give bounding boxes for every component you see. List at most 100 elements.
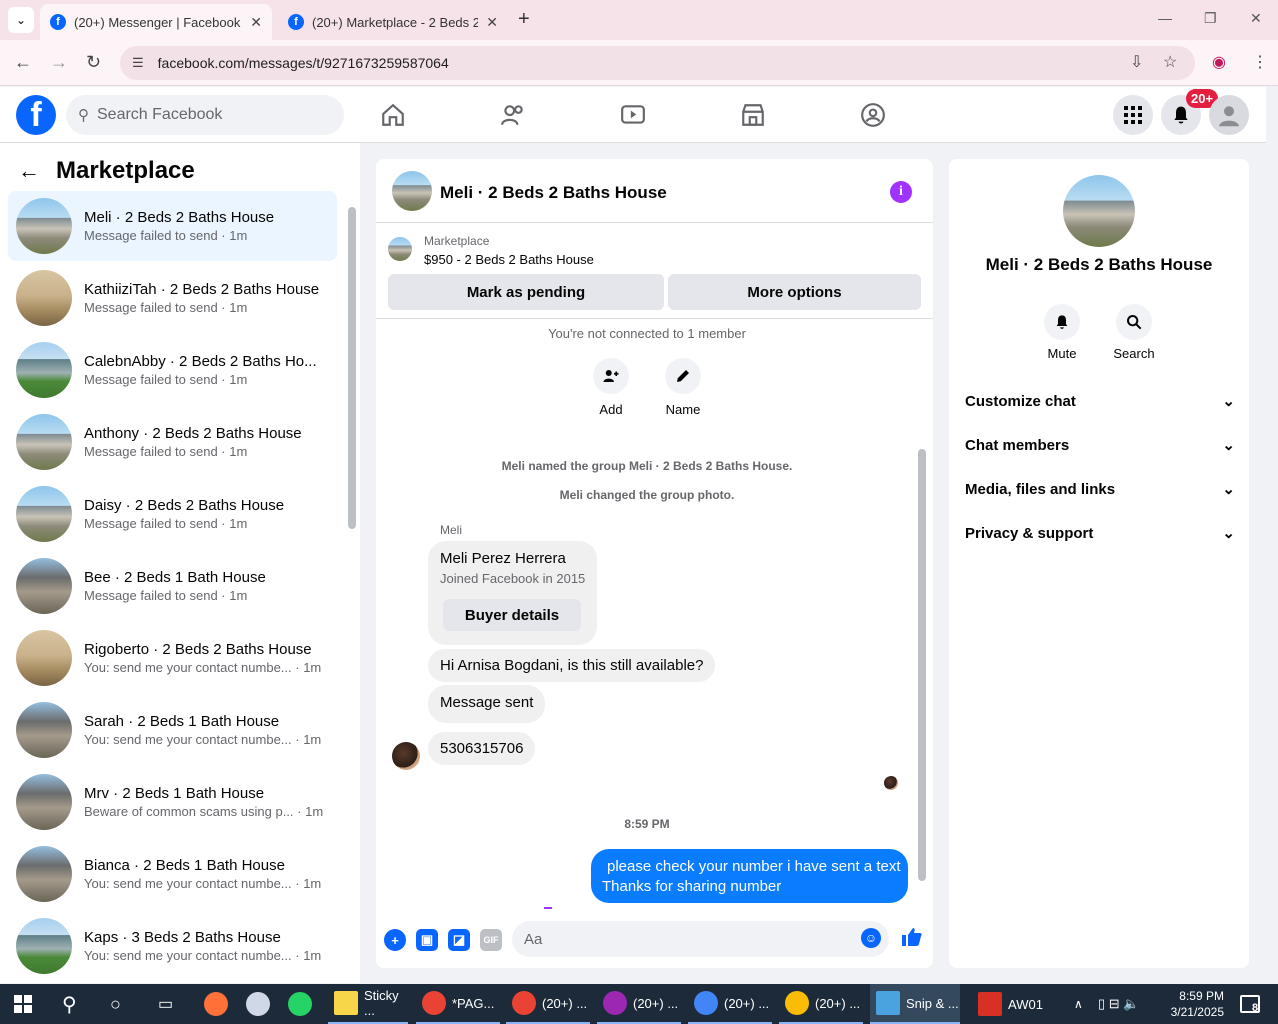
conversation-item[interactable]: Bee · 2 Beds 1 Bath House Message failed … xyxy=(8,551,337,621)
whatsapp-icon[interactable] xyxy=(282,984,318,1024)
plus-icon[interactable]: + xyxy=(384,929,406,951)
buyer-details-button[interactable]: Buyer details xyxy=(443,599,581,631)
bookmark-star-icon[interactable]: ☆ xyxy=(1163,52,1177,72)
conversation-item[interactable]: Kaps · 3 Beds 2 Baths House You: send me … xyxy=(8,911,337,981)
facebook-search-input[interactable]: ⚲ Search Facebook xyxy=(66,95,344,135)
tray-icons[interactable]: ▯ ⊟ 🔈 xyxy=(1092,984,1139,1024)
add-member-button[interactable]: Add xyxy=(581,358,641,417)
conversation-item[interactable]: Anthony · 2 Beds 2 Baths House Message fa… xyxy=(8,407,337,477)
conversation-item[interactable]: Bianca · 2 Beds 1 Bath House You: send me… xyxy=(8,839,337,909)
listing-price[interactable]: $950 - 2 Beds 2 Baths House xyxy=(424,252,594,267)
more-options-button[interactable]: More options xyxy=(668,274,921,310)
system-tray-chevron-icon[interactable]: ∧ xyxy=(1068,984,1083,1024)
info-icon[interactable]: i xyxy=(890,181,912,203)
gallery-icon[interactable]: ▣ xyxy=(416,929,438,951)
clock-time: 8:59 PM xyxy=(1179,989,1224,1003)
message-composer: + ▣ ◪ GIF Aa ☺ xyxy=(376,919,933,963)
listing-thumbnail[interactable] xyxy=(388,237,412,261)
url-bar[interactable]: ☰ facebook.com/messages/t/92716732595870… xyxy=(120,46,1195,80)
message-input[interactable]: Aa ☺ xyxy=(512,921,889,957)
back-arrow-icon[interactable]: ← xyxy=(18,158,40,184)
mark-as-pending-button[interactable]: Mark as pending xyxy=(388,274,664,310)
back-arrow-icon[interactable]: ← xyxy=(14,52,32,73)
friends-icon[interactable] xyxy=(498,101,528,129)
thumbs-up-icon[interactable] xyxy=(900,925,924,954)
conversation-item[interactable]: KathiiziTah · 2 Beds 2 Baths House Messag… xyxy=(8,263,337,333)
emoji-icon[interactable]: ☺ xyxy=(861,928,881,948)
close-window-button[interactable]: ✕ xyxy=(1250,10,1262,27)
taskbar-item[interactable]: AW01 xyxy=(972,984,1052,1024)
chat-members-row[interactable]: Chat members ⌄ xyxy=(965,436,1235,455)
conversation-item[interactable]: Rigoberto · 2 Beds 2 Baths House You: sen… xyxy=(8,623,337,693)
privacy-support-row[interactable]: Privacy & support ⌄ xyxy=(965,524,1235,543)
conversation-name: Kaps · 3 Beds 2 Baths House xyxy=(84,929,281,946)
taskbar-item[interactable]: (20+) ... xyxy=(688,984,772,1024)
forward-arrow-icon[interactable]: → xyxy=(50,52,68,73)
conversation-name: Mrv · 2 Beds 1 Bath House xyxy=(84,785,265,802)
listing-banner: Marketplace $950 - 2 Beds 2 Baths House … xyxy=(376,223,933,319)
tab-marketplace[interactable]: f (20+) Marketplace - 2 Beds 2 B ✕ xyxy=(278,4,508,40)
conversation-item[interactable]: Mrv · 2 Beds 1 Bath House Beware of commo… xyxy=(8,767,337,837)
chat-info-avatar[interactable] xyxy=(1063,175,1135,247)
conversation-item[interactable]: Sarah · 2 Beds 1 Bath House You: send me … xyxy=(8,695,337,765)
notification-center-icon[interactable]: 8 xyxy=(1234,984,1260,1024)
chat-title[interactable]: Meli · 2 Beds 2 Baths House xyxy=(440,183,667,203)
menu-grid-icon[interactable] xyxy=(1113,95,1153,135)
listing-avatar xyxy=(16,198,72,254)
marketplace-icon[interactable] xyxy=(738,101,768,129)
taskbar-item[interactable]: (20+) ... xyxy=(506,984,590,1024)
home-icon[interactable] xyxy=(378,101,408,129)
customize-chat-row[interactable]: Customize chat ⌄ xyxy=(965,392,1235,411)
close-tab-icon[interactable]: ✕ xyxy=(486,14,498,31)
gif-icon[interactable]: GIF xyxy=(480,929,502,951)
profile-icon[interactable]: ◉ xyxy=(1212,52,1226,72)
taskbar-item-label: AW01 xyxy=(1008,996,1043,1012)
conversation-item[interactable]: Meli · 2 Beds 2 Baths House Message faile… xyxy=(8,191,337,261)
conversation-item[interactable]: CalebnAbby · 2 Beds 2 Baths Ho... Message… xyxy=(8,335,337,405)
sender-avatar[interactable] xyxy=(392,742,420,770)
restore-button[interactable]: ❐ xyxy=(1204,10,1217,27)
sent-message-line: please check your number i have sent a t… xyxy=(607,858,901,875)
windows-start-icon[interactable] xyxy=(14,995,32,1013)
tab-search-button[interactable]: ⌄ xyxy=(8,7,34,33)
taskbar-item[interactable]: (20+) ... xyxy=(597,984,681,1024)
taskbar-item[interactable]: Snip & ... xyxy=(870,984,960,1024)
facebook-logo-icon[interactable]: f xyxy=(16,95,56,135)
chevron-down-icon: ⌄ xyxy=(1222,393,1235,410)
tab-messenger[interactable]: f (20+) Messenger | Facebook ✕ xyxy=(40,4,272,40)
taskbar-item[interactable]: Sticky ... xyxy=(328,984,408,1024)
name-group-button[interactable]: Name xyxy=(653,358,713,417)
clock[interactable]: 8:59 PM 3/21/2025 xyxy=(1168,988,1224,1020)
minimize-button[interactable]: — xyxy=(1158,10,1172,26)
site-settings-icon[interactable]: ☰ xyxy=(132,55,144,71)
conversation-item[interactable]: Daisy · 2 Beds 2 Baths House Message fail… xyxy=(8,479,337,549)
new-tab-button[interactable]: + xyxy=(518,8,530,31)
search-in-chat-button[interactable]: Search xyxy=(1104,304,1164,361)
task-view-icon[interactable]: ▭ xyxy=(152,984,173,1024)
chat-scrollbar[interactable] xyxy=(918,449,926,881)
section-label: Customize chat xyxy=(965,392,1076,410)
facebook-favicon-icon: f xyxy=(50,14,66,30)
chat-avatar[interactable] xyxy=(392,171,432,211)
account-avatar[interactable] xyxy=(1209,95,1249,135)
tab-title: (20+) Marketplace - 2 Beds 2 B xyxy=(312,14,479,30)
listing-avatar xyxy=(16,630,72,686)
firefox-icon[interactable] xyxy=(198,984,234,1024)
chrome-menu-icon[interactable]: ⋮ xyxy=(1252,52,1268,72)
mute-button[interactable]: Mute xyxy=(1032,304,1092,361)
media-files-links-row[interactable]: Media, files and links ⌄ xyxy=(965,480,1235,499)
taskbar-item[interactable]: *PAG... xyxy=(416,984,500,1024)
reload-icon[interactable]: ↻ xyxy=(86,52,101,73)
conversation-list-scrollbar[interactable] xyxy=(348,207,356,529)
conversation-name: CalebnAbby · 2 Beds 2 Baths Ho... xyxy=(84,353,317,370)
chevron-down-icon: ⌄ xyxy=(1222,525,1235,542)
paint-icon[interactable] xyxy=(240,984,276,1024)
close-tab-icon[interactable]: ✕ xyxy=(250,14,262,31)
taskbar-search-icon[interactable]: ⚲ xyxy=(56,984,77,1024)
sticker-icon[interactable]: ◪ xyxy=(448,929,470,951)
taskbar-item[interactable]: (20+) ... xyxy=(779,984,863,1024)
install-app-icon[interactable]: ⇩ xyxy=(1130,52,1143,72)
groups-icon[interactable] xyxy=(858,101,888,129)
cortana-icon[interactable]: ○ xyxy=(104,984,121,1024)
video-icon[interactable] xyxy=(618,101,648,129)
